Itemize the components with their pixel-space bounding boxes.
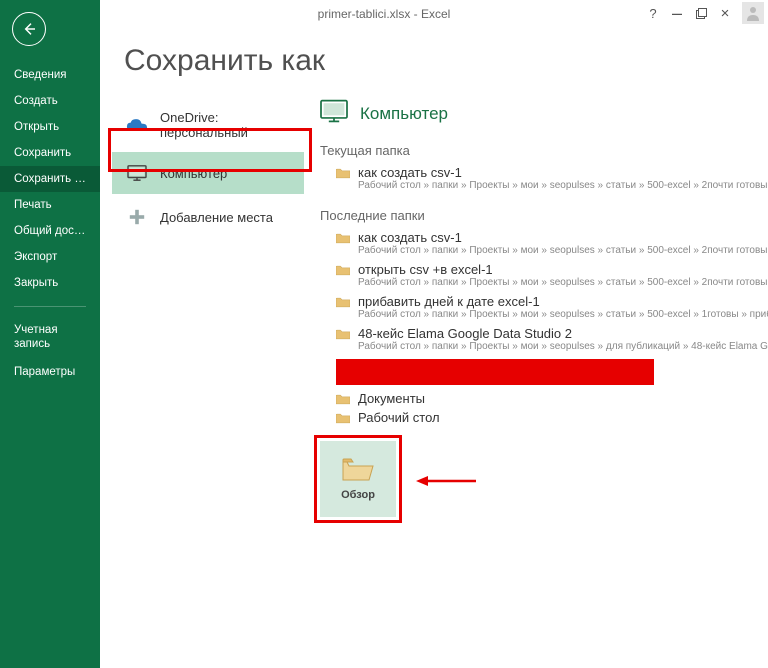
location-details: Компьютер Текущая папка как создать csv-… [308,98,768,668]
cloud-icon [126,114,148,136]
locations-list: OneDrive: персональный Компьютер Добавле… [100,98,308,668]
folder-icon [336,167,350,178]
computer-icon [126,162,148,184]
folder-path: Рабочий стол » папки » Проекты » мои » s… [336,245,768,256]
document-title: primer-tablici.xlsx - Excel [318,7,451,21]
recent-folder[interactable]: прибавить дней к дате excel-1 Рабочий ст… [318,291,768,323]
sidebar-item-open[interactable]: Открыть [0,114,100,140]
folder-name: как создать csv-1 [358,165,462,180]
page-title: Сохранить как [100,34,768,98]
folder-icon [336,412,350,423]
browse-label: Обзор [341,489,375,501]
folder-icon [336,393,350,404]
details-title: Компьютер [360,104,448,124]
folder-name: как создать csv-1 [358,230,462,245]
sidebar-item-print[interactable]: Печать [0,192,100,218]
location-addplace[interactable]: Добавление места [112,196,304,238]
help-button[interactable]: ? [642,3,664,23]
restore-button[interactable] [690,3,712,23]
location-label: Компьютер [160,166,227,181]
folder-icon [336,328,350,339]
location-onedrive[interactable]: OneDrive: персональный [112,100,304,150]
folder-path: Рабочий стол » папки » Проекты » мои » s… [336,341,768,352]
folder-path: Рабочий стол » папки » Проекты » мои » s… [336,277,768,288]
recent-folder[interactable]: как создать csv-1 Рабочий стол » папки »… [318,227,768,259]
backstage-content: Сохранить как OneDrive: персональный Ком… [100,0,768,668]
sidebar-item-share[interactable]: Общий доступ [0,218,100,244]
redacted-annotation [336,359,654,385]
sidebar-item-account[interactable]: Учетная запись [0,317,100,359]
arrow-annotation [416,473,476,489]
close-button[interactable]: × [714,3,736,23]
recent-folder[interactable]: открыть csv +в excel-1 Рабочий стол » па… [318,259,768,291]
documents-folder[interactable]: Документы [318,389,768,408]
folder-name: открыть csv +в excel-1 [358,262,493,277]
location-label: OneDrive: персональный [160,110,290,140]
browse-button[interactable]: Обзор [320,441,396,517]
plus-icon [126,206,148,228]
sidebar-item-save[interactable]: Сохранить [0,140,100,166]
folder-icon [336,232,350,243]
current-folder[interactable]: как создать csv-1 Рабочий стол » папки »… [318,162,768,194]
sidebar-item-info[interactable]: Сведения [0,62,100,88]
title-bar: primer-tablici.xlsx - Excel ? – × [0,0,768,28]
folder-name: Рабочий стол [358,410,440,425]
location-label: Добавление места [160,210,273,225]
folder-icon [336,264,350,275]
current-folder-label: Текущая папка [320,143,768,158]
folder-name: прибавить дней к дате excel-1 [358,294,540,309]
folder-open-icon [341,457,375,483]
sidebar-item-saveas[interactable]: Сохранить как [0,166,100,192]
recent-folders-label: Последние папки [320,208,768,223]
desktop-folder[interactable]: Рабочий стол [318,408,768,427]
computer-icon [318,98,350,129]
sidebar-item-options[interactable]: Параметры [0,359,100,385]
user-avatar[interactable] [742,2,764,24]
folder-icon [336,296,350,307]
minimize-button[interactable]: – [666,3,688,23]
location-computer[interactable]: Компьютер [112,152,304,194]
sidebar-item-new[interactable]: Создать [0,88,100,114]
recent-folder[interactable]: 48-кейс Elama Google Data Studio 2 Рабоч… [318,323,768,355]
back-button[interactable] [12,12,46,46]
backstage-sidebar: Сведения Создать Открыть Сохранить Сохра… [0,0,100,668]
sidebar-item-close[interactable]: Закрыть [0,270,100,296]
sidebar-item-export[interactable]: Экспорт [0,244,100,270]
sidebar-separator [14,306,86,307]
folder-name: Документы [358,391,425,406]
folder-path: Рабочий стол » папки » Проекты » мои » s… [336,180,768,191]
folder-path: Рабочий стол » папки » Проекты » мои » s… [336,309,768,320]
folder-name: 48-кейс Elama Google Data Studio 2 [358,326,572,341]
